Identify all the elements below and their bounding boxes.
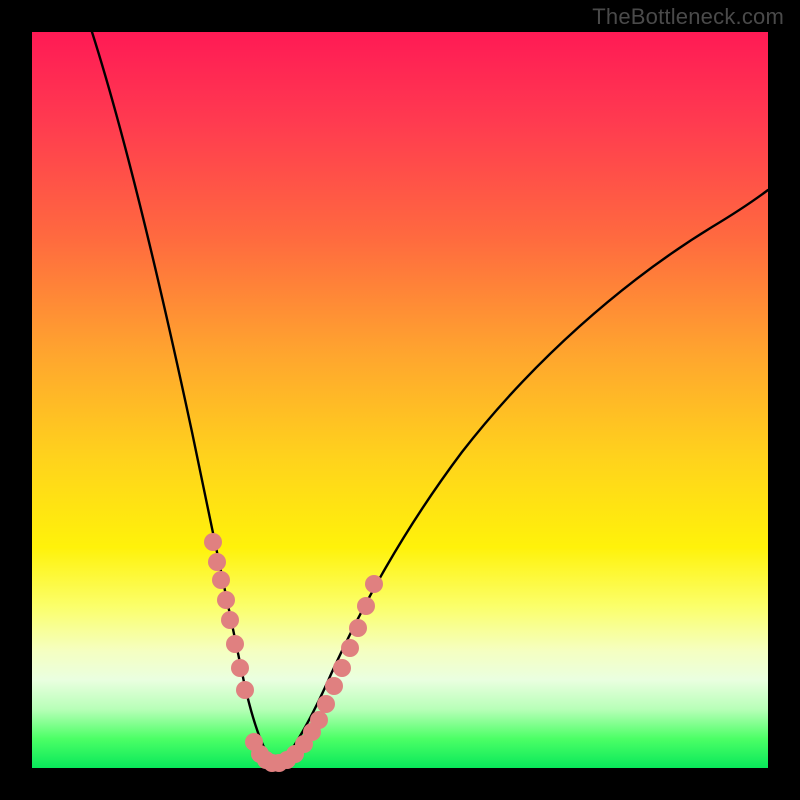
chart-svg	[32, 32, 768, 768]
data-dot	[226, 635, 244, 653]
data-dot	[325, 677, 343, 695]
data-dot	[310, 711, 328, 729]
data-dot	[217, 591, 235, 609]
data-dot	[212, 571, 230, 589]
right-curve	[280, 190, 768, 764]
data-dot	[333, 659, 351, 677]
data-dot	[349, 619, 367, 637]
plot-area	[32, 32, 768, 768]
watermark-text: TheBottleneck.com	[592, 4, 784, 30]
data-dot	[236, 681, 254, 699]
data-dot	[357, 597, 375, 615]
data-dot	[317, 695, 335, 713]
data-dot	[341, 639, 359, 657]
data-dot	[204, 533, 222, 551]
outer-frame: TheBottleneck.com	[0, 0, 800, 800]
data-dot	[221, 611, 239, 629]
data-dot	[208, 553, 226, 571]
data-dot	[231, 659, 249, 677]
data-dot	[365, 575, 383, 593]
left-curve	[92, 32, 274, 764]
